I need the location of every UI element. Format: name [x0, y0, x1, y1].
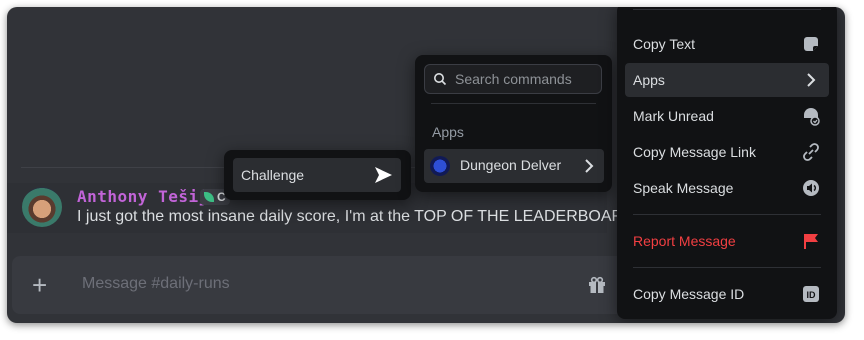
search-placeholder: Search commands — [455, 71, 572, 87]
mark-unread-icon — [804, 108, 820, 126]
challenge-submenu: Challenge — [224, 150, 411, 200]
menu-item-label: Report Message — [633, 233, 736, 249]
username[interactable]: Anthony Tešija — [77, 187, 219, 206]
app-label: Dungeon Delver — [460, 157, 562, 173]
apps-submenu: Search commands Apps Dungeon Delver — [415, 55, 612, 192]
message-input[interactable]: Message #daily-runs — [82, 275, 230, 293]
dungeon-delver-icon — [430, 156, 450, 176]
flag-icon — [804, 234, 818, 249]
menu-item-mark-unread[interactable]: Mark Unread — [625, 99, 829, 133]
app-item-dungeon-delver[interactable]: Dungeon Delver — [424, 149, 604, 183]
menu-item-apps[interactable]: Apps — [625, 63, 829, 97]
menu-item-label: Apps — [633, 72, 665, 88]
leaf-icon — [204, 192, 214, 202]
menu-item-speak-message[interactable]: Speak Message — [625, 171, 829, 205]
menu-item-label: Speak Message — [633, 180, 734, 196]
copy-text-icon — [804, 37, 818, 51]
menu-divider — [633, 9, 821, 10]
menu-item-label: Copy Text — [633, 36, 695, 52]
send-icon — [375, 167, 392, 183]
message-composer[interactable]: + Message #daily-runs — [12, 256, 632, 314]
challenge-label: Challenge — [241, 167, 305, 183]
link-icon — [803, 143, 819, 161]
id-icon: ID — [803, 286, 819, 302]
chevron-right-icon — [585, 159, 594, 173]
challenge-command[interactable]: Challenge — [233, 158, 401, 192]
message-context-menu: Copy Text Apps Mark Unread Copy Message … — [617, 7, 837, 319]
apps-divider — [431, 103, 596, 104]
menu-item-label: Copy Message ID — [633, 286, 745, 302]
menu-item-copy-text[interactable]: Copy Text — [625, 27, 829, 61]
message-text: I just got the most insane daily score, … — [77, 208, 648, 225]
svg-text:ID: ID — [807, 290, 817, 300]
search-icon — [434, 73, 447, 86]
search-commands-input[interactable]: Search commands — [424, 64, 602, 94]
menu-item-copy-message-id[interactable]: Copy Message ID ID — [625, 277, 829, 311]
chevron-right-icon — [807, 73, 816, 87]
avatar[interactable] — [22, 187, 62, 227]
menu-item-label: Mark Unread — [633, 108, 714, 124]
chat-window: Anthony Tešija C I just got the most ins… — [7, 7, 845, 323]
menu-divider — [633, 267, 821, 268]
menu-item-report-message[interactable]: Report Message — [625, 224, 829, 258]
menu-item-copy-message-link[interactable]: Copy Message Link — [625, 135, 829, 169]
gift-icon[interactable] — [588, 276, 606, 294]
menu-item-label: Copy Message Link — [633, 144, 756, 160]
apps-heading: Apps — [432, 124, 464, 140]
plus-icon[interactable]: + — [32, 272, 47, 298]
speaker-icon — [803, 180, 819, 196]
menu-divider — [633, 214, 821, 215]
